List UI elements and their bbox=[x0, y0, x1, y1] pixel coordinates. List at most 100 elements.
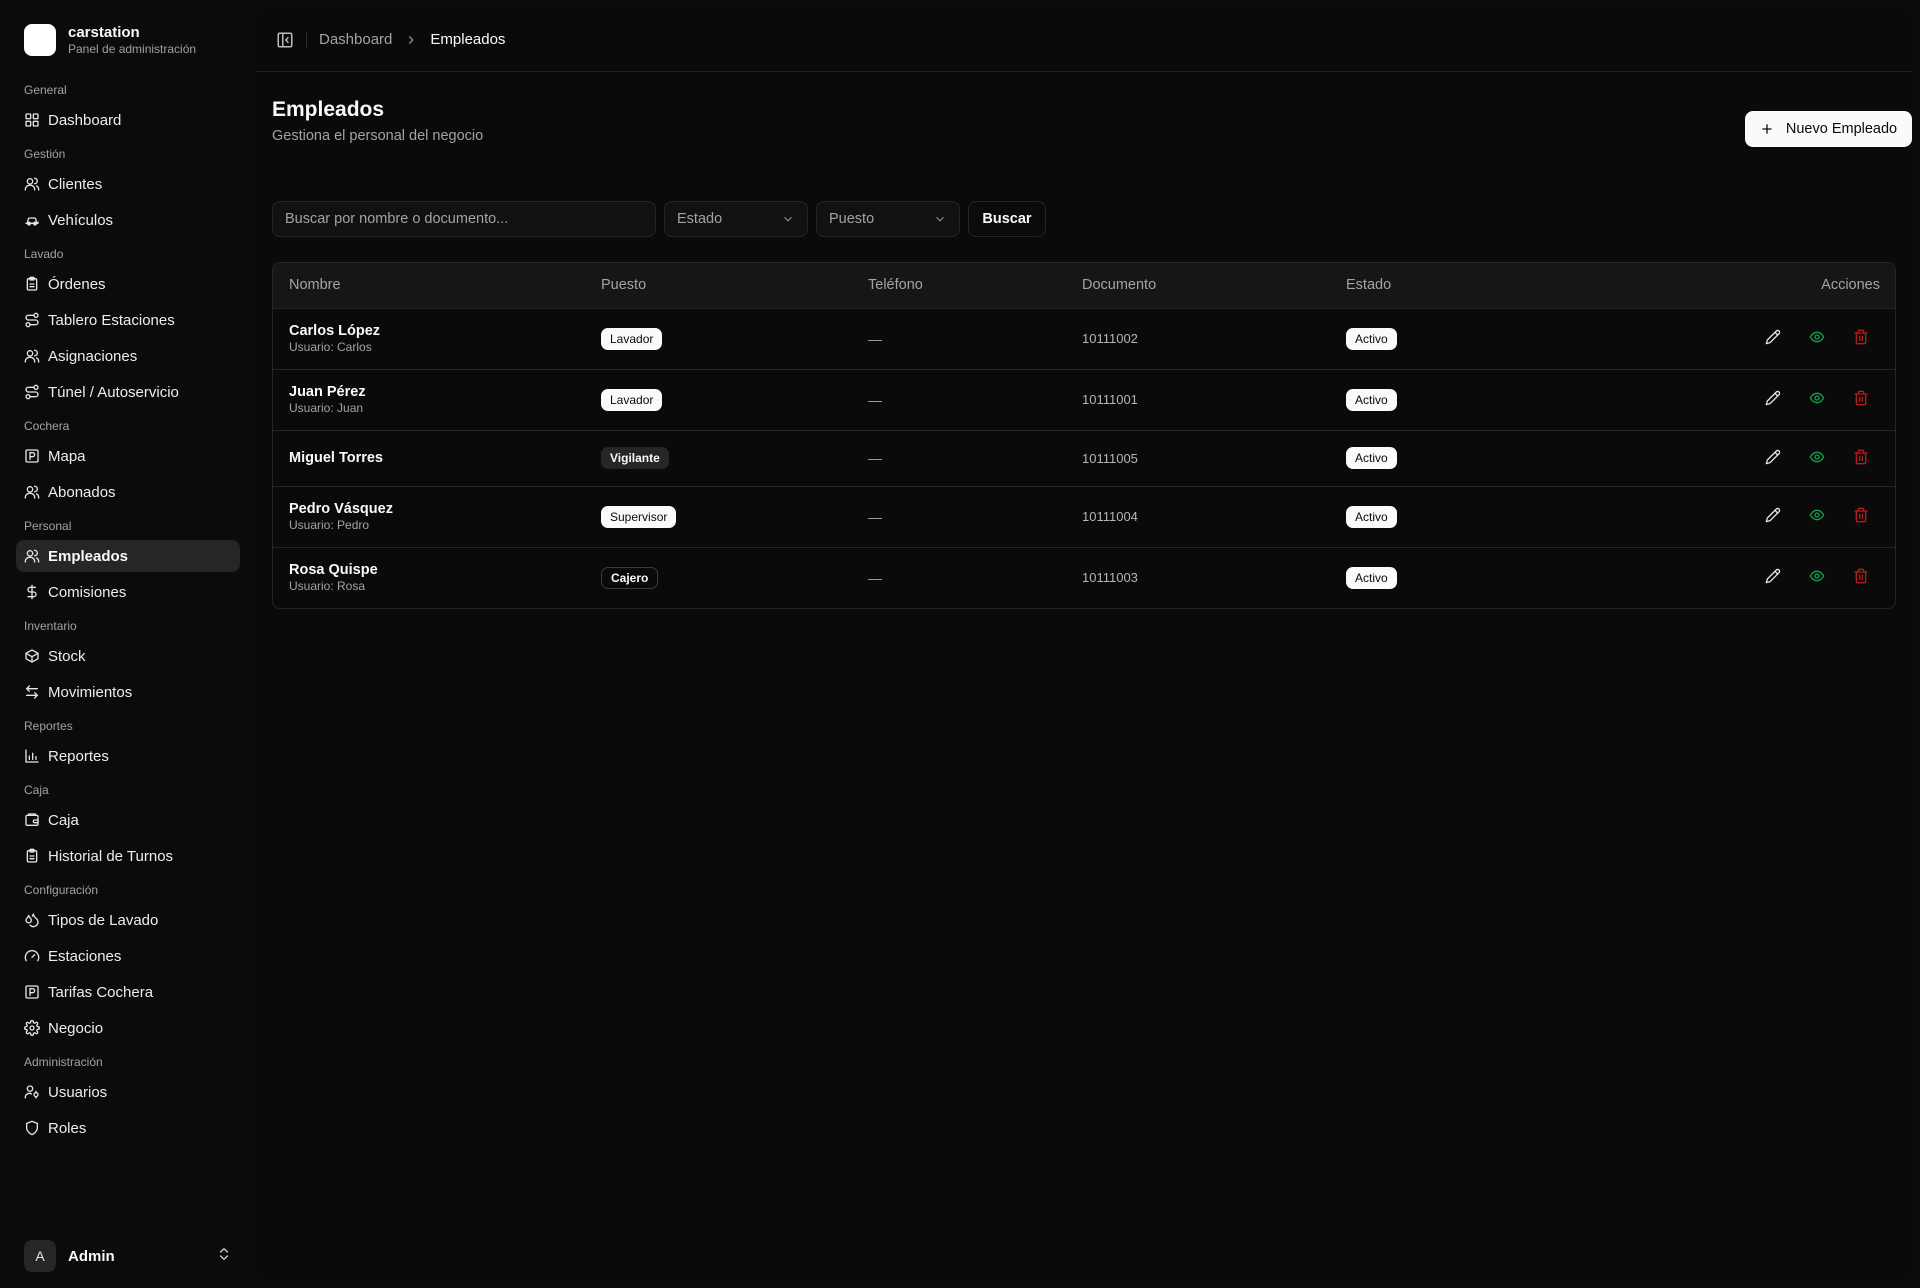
sidebar-item-negocio[interactable]: Negocio bbox=[16, 1012, 240, 1044]
dollar-icon bbox=[24, 584, 40, 600]
cell-documento: 10111002 bbox=[1082, 331, 1138, 346]
arrows-icon bbox=[24, 684, 40, 700]
sidebar-nav: General Dashboard Gestión Clientes Vehículos… bbox=[0, 80, 256, 1148]
cell-puesto: Supervisor bbox=[585, 486, 852, 547]
cell-nombre: Carlos López Usuario: Carlos bbox=[273, 308, 585, 369]
users-icon bbox=[24, 348, 40, 364]
table-row: Miguel Torres Vigilante — 10111005 Activ… bbox=[273, 430, 1895, 486]
sidebar-item-usuarios[interactable]: Usuarios bbox=[16, 1076, 240, 1108]
cell-documento: 10111004 bbox=[1082, 509, 1138, 524]
table-row: Rosa Quispe Usuario: Rosa Cajero — 10111… bbox=[273, 547, 1895, 608]
pencil-icon[interactable] bbox=[1765, 507, 1781, 523]
eye-icon[interactable] bbox=[1809, 329, 1825, 345]
sidebar-item-label: Stock bbox=[48, 647, 86, 665]
new-employee-button[interactable]: Nuevo Empleado bbox=[1745, 111, 1912, 147]
trash-icon[interactable] bbox=[1853, 568, 1869, 584]
sidebar-item-tablero-estaciones[interactable]: Tablero Estaciones bbox=[16, 304, 240, 336]
sidebar-item-estaciones[interactable]: Estaciones bbox=[16, 940, 240, 972]
sidebar-item-comisiones[interactable]: Comisiones bbox=[16, 576, 240, 608]
cell-telefono: — bbox=[868, 450, 882, 466]
pencil-icon[interactable] bbox=[1765, 390, 1781, 406]
status-badge: Activo bbox=[1346, 447, 1397, 469]
cell-acciones bbox=[1580, 486, 1895, 547]
eye-icon[interactable] bbox=[1809, 568, 1825, 584]
sidebar-item-empleados[interactable]: Empleados bbox=[16, 540, 240, 572]
sidebar-item-roles[interactable]: Roles bbox=[16, 1112, 240, 1144]
topbar: Dashboard Empleados bbox=[256, 8, 1912, 72]
search-input[interactable] bbox=[272, 201, 656, 237]
trash-icon[interactable] bbox=[1853, 449, 1869, 465]
gauge-icon bbox=[24, 948, 40, 964]
sidebar-toggle-icon[interactable] bbox=[276, 31, 294, 49]
avatar: A bbox=[24, 1240, 56, 1272]
column-header-estado: Estado bbox=[1330, 263, 1580, 309]
puesto-select-value: Puesto bbox=[829, 211, 875, 227]
sidebar-item-movimientos[interactable]: Movimientos bbox=[16, 676, 240, 708]
sidebar-item-mapa[interactable]: Mapa bbox=[16, 440, 240, 472]
sidebar-group-label: General bbox=[24, 83, 67, 97]
sidebar-item-dashboard[interactable]: Dashboard bbox=[16, 104, 240, 136]
pencil-icon[interactable] bbox=[1765, 329, 1781, 345]
eye-icon[interactable] bbox=[1809, 449, 1825, 465]
sidebar-item-abonados[interactable]: Abonados bbox=[16, 476, 240, 508]
cell-estado: Activo bbox=[1330, 308, 1580, 369]
sidebar-item-label: Historial de Turnos bbox=[48, 847, 174, 865]
parking-icon bbox=[24, 984, 40, 1000]
eye-icon[interactable] bbox=[1809, 390, 1825, 406]
search-button[interactable]: Buscar bbox=[968, 201, 1046, 237]
cell-nombre: Miguel Torres bbox=[273, 430, 585, 486]
package-icon bbox=[24, 648, 40, 664]
clipboard-icon bbox=[24, 848, 40, 864]
sidebar-item-tarifas-cochera[interactable]: Tarifas Cochera bbox=[16, 976, 240, 1008]
pencil-icon[interactable] bbox=[1765, 449, 1781, 465]
employee-name: Rosa Quispe bbox=[289, 562, 378, 579]
sidebar-item-label: Dashboard bbox=[48, 111, 122, 129]
cell-acciones bbox=[1580, 547, 1895, 608]
user-cog-icon bbox=[24, 1084, 40, 1100]
sidebar-group-label: Administración bbox=[24, 1055, 103, 1069]
sidebar-item-reportes[interactable]: Reportes bbox=[16, 740, 240, 772]
sidebar-item-label: Negocio bbox=[48, 1019, 104, 1037]
sidebar-item-asignaciones[interactable]: Asignaciones bbox=[16, 340, 240, 372]
employees-table: Nombre Puesto Teléfono Documento Estado … bbox=[272, 262, 1896, 609]
sidebar-item-tipos-de-lavado[interactable]: Tipos de Lavado bbox=[16, 904, 240, 936]
sidebar-item-label: Órdenes bbox=[48, 275, 106, 293]
cell-acciones bbox=[1580, 308, 1895, 369]
role-badge: Lavador bbox=[601, 388, 663, 411]
sidebar-item-label: Túnel / Autoservicio bbox=[48, 383, 179, 401]
trash-icon[interactable] bbox=[1853, 507, 1869, 523]
cell-acciones bbox=[1580, 369, 1895, 430]
shield-icon bbox=[24, 1120, 40, 1136]
car-icon bbox=[24, 212, 40, 228]
user-menu[interactable]: A Admin bbox=[16, 1234, 240, 1278]
sidebar-item-clientes[interactable]: Clientes bbox=[16, 168, 240, 200]
sidebar-item-vehiculos[interactable]: Vehículos bbox=[16, 204, 240, 236]
estado-select[interactable]: Estado bbox=[664, 201, 808, 237]
sidebar-item-stock[interactable]: Stock bbox=[16, 640, 240, 672]
employee-username: Usuario: Carlos bbox=[289, 340, 372, 354]
status-badge: Activo bbox=[1346, 505, 1397, 528]
sidebar-item-label: Abonados bbox=[48, 483, 116, 501]
sidebar-group-label: Lavado bbox=[24, 247, 64, 261]
eye-icon[interactable] bbox=[1809, 507, 1825, 523]
sidebar-item-tunel-autoservicio[interactable]: Túnel / Autoservicio bbox=[16, 376, 240, 408]
puesto-select[interactable]: Puesto bbox=[816, 201, 960, 237]
employee-username: Usuario: Rosa bbox=[289, 579, 366, 594]
breadcrumb-dashboard[interactable]: Dashboard bbox=[319, 31, 392, 48]
sidebar-item-caja[interactable]: Caja bbox=[16, 804, 240, 836]
sidebar-group-label: Gestión bbox=[24, 147, 66, 161]
sidebar-item-ordenes[interactable]: Órdenes bbox=[16, 268, 240, 300]
cell-estado: Activo bbox=[1330, 369, 1580, 430]
layout-grid-icon bbox=[24, 112, 40, 128]
trash-icon[interactable] bbox=[1853, 390, 1869, 406]
cell-puesto: Lavador bbox=[585, 369, 852, 430]
pencil-icon[interactable] bbox=[1765, 568, 1781, 584]
sidebar-item-historial-de-turnos[interactable]: Historial de Turnos bbox=[16, 840, 240, 872]
employee-name: Miguel Torres bbox=[289, 450, 383, 466]
trash-icon[interactable] bbox=[1853, 329, 1869, 345]
sidebar-group-label: Caja bbox=[24, 783, 49, 797]
cell-acciones bbox=[1580, 430, 1895, 486]
brand[interactable]: carstation Panel de administración bbox=[0, 0, 256, 80]
cell-puesto: Cajero bbox=[585, 547, 852, 608]
brand-title: carstation bbox=[68, 24, 140, 41]
